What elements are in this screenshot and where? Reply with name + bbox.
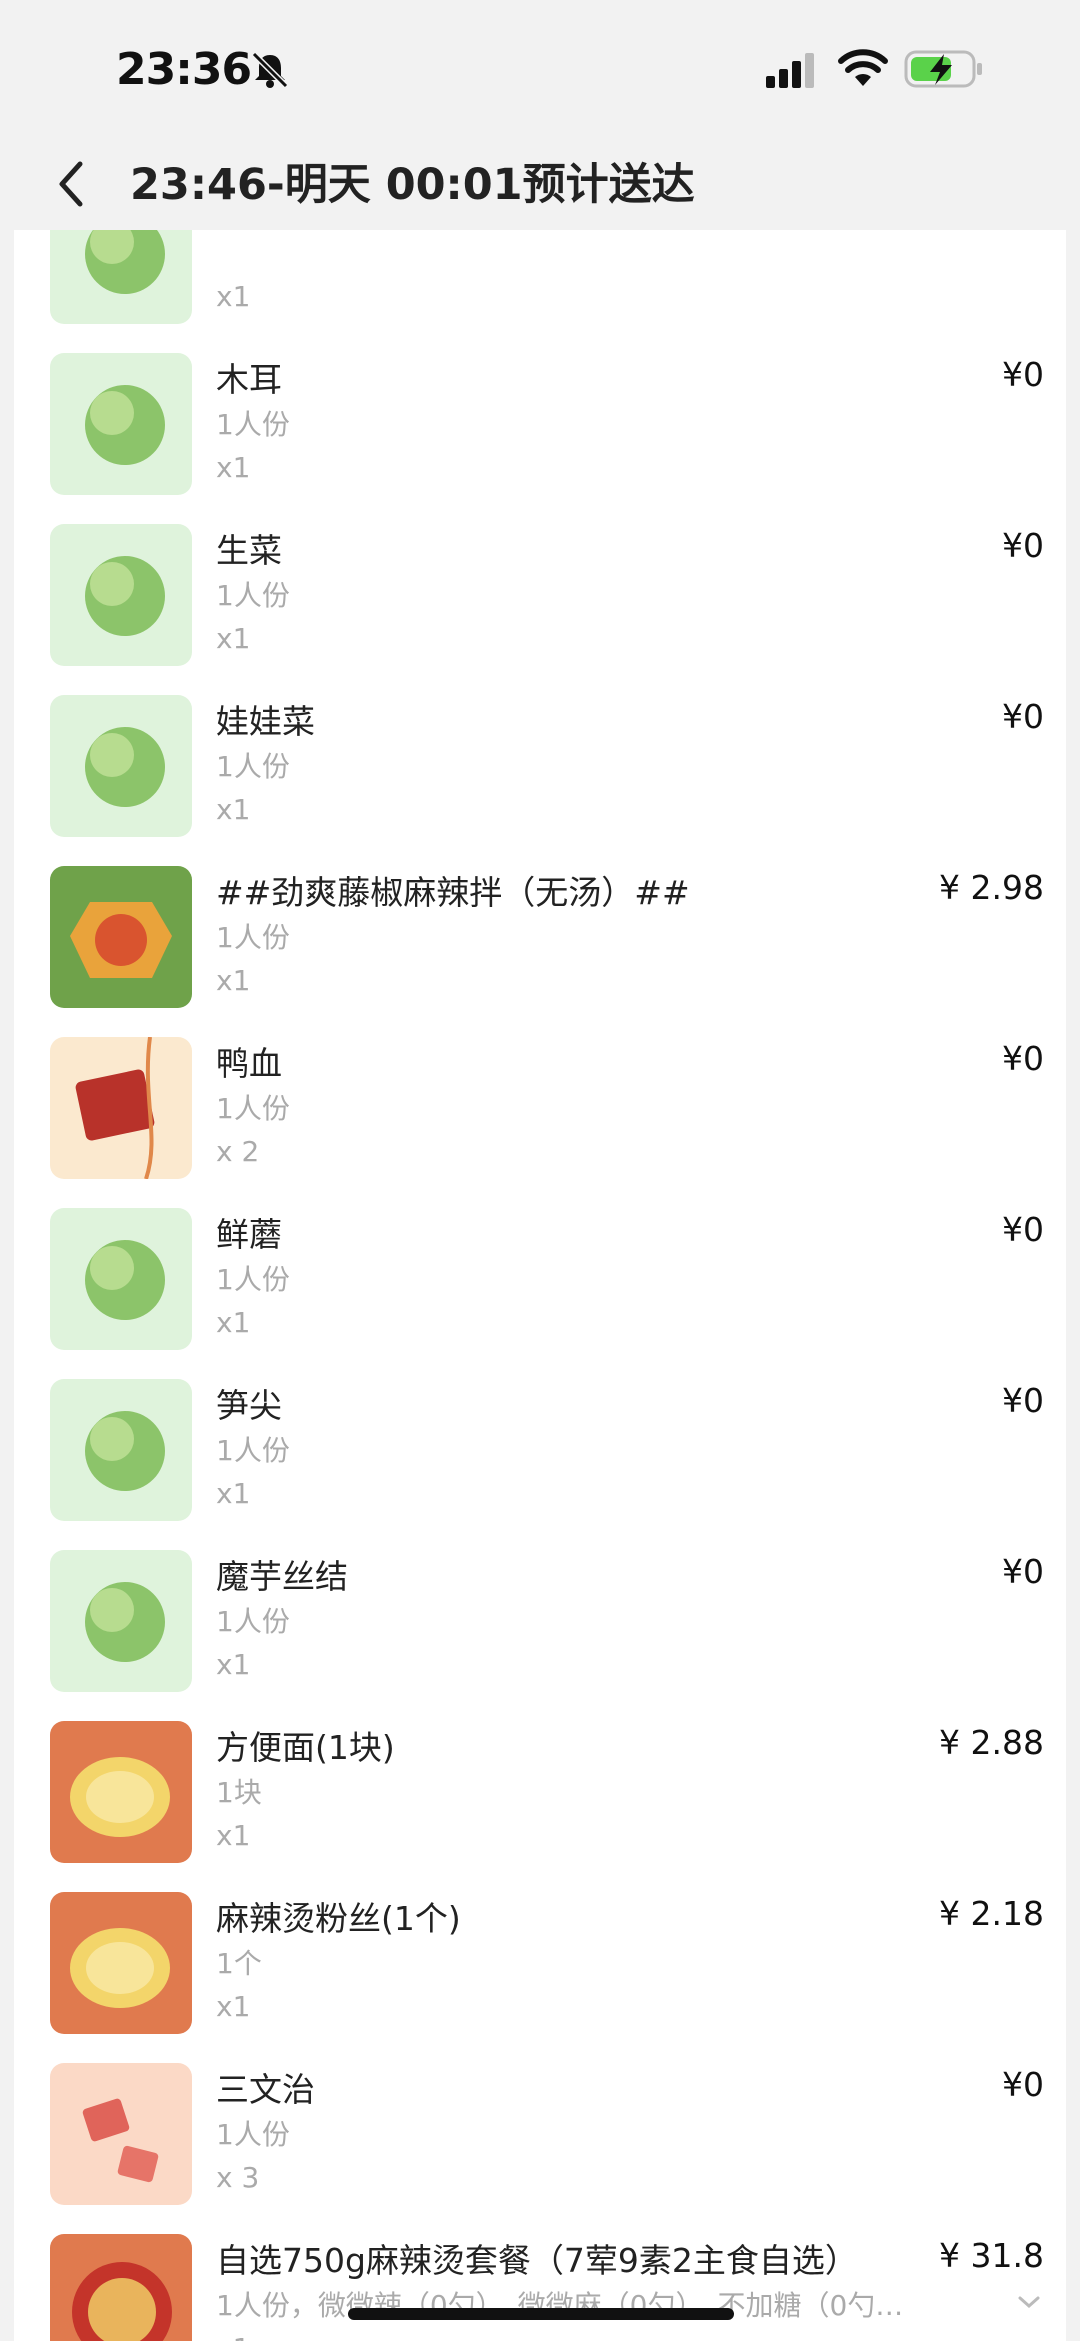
item-price: ¥0 <box>1002 697 1044 736</box>
product-thumbnail <box>50 1892 192 2034</box>
item-name: 三文治 <box>216 2070 315 2109</box>
list-item[interactable]: 娃娃菜 1人份 x1 ¥0 <box>14 683 1066 854</box>
item-quantity: x 3 <box>216 2161 260 2194</box>
list-item[interactable]: 麻辣烫粉丝(1个) 1个 x1 ¥ 2.18 <box>14 1880 1066 2051</box>
item-price: ¥ 2.98 <box>939 868 1044 907</box>
item-spec: 1人份 <box>216 1263 290 1296</box>
bell-slash-icon <box>251 51 289 89</box>
product-thumbnail <box>50 2234 192 2341</box>
item-quantity: x1 <box>216 793 251 826</box>
item-quantity: x1 <box>216 2332 250 2341</box>
list-item[interactable]: 魔芋丝结 1人份 x1 ¥0 <box>14 1538 1066 1709</box>
product-thumbnail <box>50 866 192 1008</box>
item-name: ##劲爽藤椒麻辣拌（无汤）## <box>216 873 690 912</box>
list-item[interactable]: ##劲爽藤椒麻辣拌（无汤）## 1人份 x1 ¥ 2.98 <box>14 854 1066 1025</box>
item-spec: 1人份 <box>216 1605 290 1638</box>
list-item[interactable]: 鲜蘑 1人份 x1 ¥0 <box>14 1196 1066 1367</box>
item-quantity: x1 <box>216 964 251 997</box>
status-time: 23:36 <box>116 44 252 95</box>
list-item[interactable]: 木耳 1人份 x1 ¥0 <box>14 341 1066 512</box>
item-price: ¥0 <box>1002 1552 1044 1591</box>
item-spec: 1人份 <box>216 579 290 612</box>
item-name: 娃娃菜 <box>216 702 315 741</box>
item-price: ¥ 2.18 <box>939 1894 1044 1933</box>
item-price: ¥0 <box>1002 1210 1044 1249</box>
item-spec: 1人份 <box>216 1434 290 1467</box>
list-item[interactable]: 生菜 1人份 x1 ¥0 <box>14 512 1066 683</box>
item-spec: 1人份 <box>216 1092 290 1125</box>
item-name: 魔芋丝结 <box>216 1557 348 1596</box>
item-spec: 1块 <box>216 1776 262 1809</box>
top-nav-bar: 23:46-明天 00:01预计送达 <box>0 140 1080 230</box>
item-price: ¥ 2.88 <box>939 1723 1044 1762</box>
status-bar: 23:36 <box>0 0 1080 140</box>
product-thumbnail <box>50 1550 192 1692</box>
product-thumbnail <box>50 2063 192 2205</box>
item-quantity: x1 <box>216 1819 251 1852</box>
item-quantity: x1 <box>216 1306 251 1339</box>
product-thumbnail <box>50 1721 192 1863</box>
page-title: 23:46-明天 00:01预计送达 <box>130 160 695 210</box>
chevron-left-icon[interactable] <box>50 154 90 214</box>
list-item[interactable]: 方便面(1块) 1块 x1 ¥ 2.88 <box>14 1709 1066 1880</box>
item-price: ¥0 <box>1002 355 1044 394</box>
item-spec: 1个 <box>216 1947 262 1980</box>
item-quantity: x1 <box>216 1648 251 1681</box>
product-thumbnail <box>50 230 192 324</box>
item-spec: 1人份 <box>216 921 290 954</box>
item-quantity: x1 <box>216 451 251 484</box>
item-name: 木耳 <box>216 360 282 399</box>
product-thumbnail <box>50 1037 192 1179</box>
signal-icon <box>766 53 814 88</box>
product-thumbnail <box>50 1208 192 1350</box>
list-item[interactable]: 三文治 1人份 x 3 ¥0 <box>14 2051 1066 2222</box>
list-item[interactable]: 笋尖 1人份 x1 ¥0 <box>14 1367 1066 1538</box>
item-spec: 1人份 <box>216 2118 290 2151</box>
item-price: ¥0 <box>1002 1381 1044 1420</box>
item-name: 生菜 <box>216 531 282 570</box>
item-name: 麻辣烫粉丝(1个) <box>216 1899 461 1938</box>
item-spec: 1人份 <box>216 750 290 783</box>
list-item[interactable]: 鸭血 1人份 x 2 ¥0 <box>14 1025 1066 1196</box>
item-price: ¥ 31.8 <box>939 2236 1044 2275</box>
item-quantity: x1 <box>216 1477 251 1510</box>
battery-charging-icon <box>904 50 982 88</box>
item-name: 鲜蘑 <box>216 1215 282 1254</box>
item-name: 笋尖 <box>216 1386 282 1425</box>
order-item-list: x1 木耳 1人份 x1 ¥0 生菜 1人份 x1 ¥0 娃娃菜 1人份 x1 … <box>14 230 1066 2341</box>
item-quantity: x 2 <box>216 1135 260 1168</box>
item-price: ¥0 <box>1002 1039 1044 1078</box>
chevron-down-icon[interactable] <box>1016 2292 1042 2312</box>
item-name: 鸭血 <box>216 1044 282 1083</box>
list-item[interactable]: 自选750g麻辣烫套餐（7荤9素2主食自选） 1人份，微微辣（0勺），微微麻（0… <box>14 2222 1066 2341</box>
item-name: 自选750g麻辣烫套餐（7荤9素2主食自选） <box>216 2241 858 2280</box>
item-quantity: x1 <box>216 280 251 313</box>
item-price: ¥0 <box>1002 526 1044 565</box>
item-price: ¥0 <box>1002 2065 1044 2104</box>
item-quantity: x1 <box>216 1990 251 2023</box>
item-name: 方便面(1块) <box>216 1728 395 1767</box>
product-thumbnail <box>50 695 192 837</box>
item-spec: 1人份 <box>216 408 290 441</box>
product-thumbnail <box>50 1379 192 1521</box>
item-quantity: x1 <box>216 622 251 655</box>
product-thumbnail <box>50 524 192 666</box>
home-indicator[interactable] <box>348 2308 734 2320</box>
wifi-icon <box>838 49 888 86</box>
list-item[interactable]: x1 <box>14 230 1066 341</box>
product-thumbnail <box>50 353 192 495</box>
order-items-card: x1 木耳 1人份 x1 ¥0 生菜 1人份 x1 ¥0 娃娃菜 1人份 x1 … <box>14 230 1066 2341</box>
